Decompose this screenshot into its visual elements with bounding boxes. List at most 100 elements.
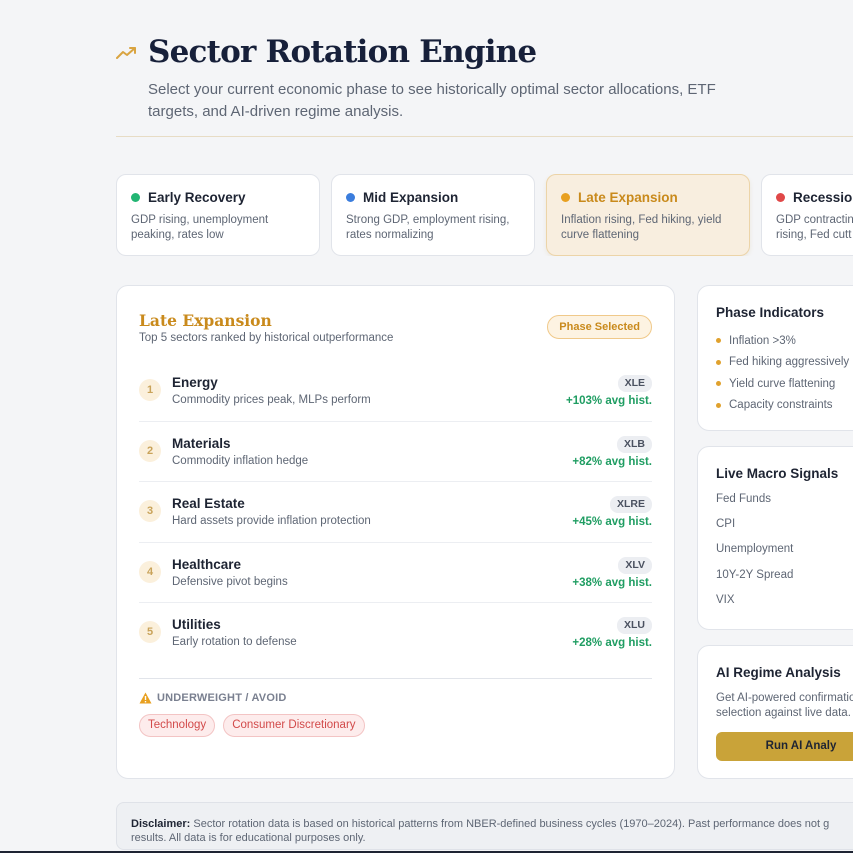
historical-performance: +45% avg hist. <box>572 516 652 528</box>
ai-analysis-title: AI Regime Analysis <box>716 665 841 680</box>
ai-analysis-description: Get AI-powered confirmatio selection aga… <box>716 691 853 720</box>
status-dot-icon <box>346 193 355 202</box>
phase-description-line: curve flattening <box>561 228 639 241</box>
avoid-tags: Technology Consumer Discretionary <box>139 714 373 737</box>
phase-description-line: rising, Fed cutt <box>776 228 852 241</box>
phase-name: Recession <box>793 190 853 205</box>
phase-description-line: peaking, rates low <box>131 228 224 241</box>
phase-card-early-recovery[interactable]: Early Recovery GDP rising, unemployment … <box>116 174 320 256</box>
phase-description: Inflation rising, Fed hiking, yield curv… <box>561 213 735 242</box>
run-ai-analysis-button[interactable]: Run AI Analy <box>716 732 853 761</box>
sector-reason: Commodity inflation hedge <box>172 454 309 467</box>
signal-list: Fed Funds CPI Unemployment 10Y-2Y Spread… <box>716 493 793 619</box>
sector-name: Utilities <box>172 617 221 632</box>
sector-row: 3 Real Estate Hard assets provide inflat… <box>139 482 652 543</box>
avoid-tag-consumer-discretionary[interactable]: Consumer Discretionary <box>223 714 365 737</box>
disclaimer-label: Disclaimer: <box>131 818 191 830</box>
macro-signals-title: Live Macro Signals <box>716 466 839 481</box>
sector-name: Energy <box>172 375 218 390</box>
phase-selected-badge: Phase Selected <box>547 315 652 339</box>
sector-allocation-card: Late Expansion Top 5 sectors ranked by h… <box>116 285 675 779</box>
avoid-tag-technology[interactable]: Technology <box>139 714 216 737</box>
indicator-text: Yield curve flattening <box>729 377 836 390</box>
phase-card-recession[interactable]: Recession GDP contracting rising, Fed cu… <box>761 174 853 256</box>
etf-ticker: XLV <box>618 556 652 574</box>
page-header: Sector Rotation Engine Select your curre… <box>116 34 853 123</box>
status-dot-icon <box>561 193 570 202</box>
status-dot-icon <box>776 193 785 202</box>
selected-phase-title: Late Expansion <box>139 311 272 330</box>
disclaimer-text: Sector rotation data is based on histori… <box>131 818 830 844</box>
phase-card-mid-expansion[interactable]: Mid Expansion Strong GDP, employment ris… <box>331 174 535 256</box>
signal-item: Fed Funds <box>716 493 771 505</box>
phase-card-late-expansion[interactable]: Late Expansion Inflation rising, Fed hik… <box>546 174 750 256</box>
indicator-item: Fed hiking aggressively <box>716 352 849 374</box>
etf-ticker: XLU <box>617 617 652 634</box>
disclaimer-box: Disclaimer: Sector rotation data is base… <box>116 802 853 850</box>
indicator-item: Inflation >3% <box>716 330 849 352</box>
indicator-text: Capacity constraints <box>729 399 833 412</box>
signal-item: 10Y-2Y Spread <box>716 568 794 581</box>
bullet-icon <box>716 359 721 365</box>
avoid-label: UNDERWEIGHT / AVOID <box>157 692 287 704</box>
rank-badge: 2 <box>139 439 161 462</box>
bullet-icon <box>716 338 721 344</box>
historical-performance: +82% avg hist. <box>572 455 652 468</box>
status-dot-icon <box>131 193 140 202</box>
selected-phase-subtitle: Top 5 sectors ranked by historical outpe… <box>139 332 394 344</box>
indicator-list: Inflation >3% Fed hiking aggressively Yi… <box>716 330 849 416</box>
phase-description-line: Strong GDP, employment rising, <box>346 214 510 226</box>
macro-signals-card: Live Macro Signals Fed Funds CPI Unemplo… <box>697 446 853 630</box>
rank-badge: 5 <box>139 621 161 643</box>
warning-icon <box>139 692 152 704</box>
phase-description: Strong GDP, employment rising, rates nor… <box>346 213 520 242</box>
ai-description-line: selection against live data. <box>716 706 851 719</box>
phase-indicators-title: Phase Indicators <box>716 305 825 320</box>
bullet-icon <box>716 381 721 387</box>
sector-reason: Early rotation to defense <box>172 636 297 648</box>
phase-indicators-card: Phase Indicators Inflation >3% Fed hikin… <box>697 285 853 431</box>
sector-reason: Hard assets provide inflation protection <box>172 515 371 527</box>
phase-description-line: GDP contracting <box>776 214 853 226</box>
sector-name: Real Estate <box>172 496 245 511</box>
phase-description-line: GDP rising, unemployment <box>131 214 269 226</box>
page-title: Sector Rotation Engine <box>148 34 537 70</box>
avoid-divider <box>139 678 652 679</box>
rank-badge: 3 <box>139 500 161 522</box>
bullet-icon <box>716 402 721 408</box>
etf-ticker: XLE <box>617 375 652 392</box>
header-divider <box>116 136 853 137</box>
ai-analysis-card: AI Regime Analysis Get AI-powered confir… <box>697 645 853 779</box>
trending-up-icon <box>116 47 136 59</box>
signal-item: VIX <box>716 593 735 606</box>
phase-name: Mid Expansion <box>363 190 459 205</box>
sector-name: Healthcare <box>172 556 242 572</box>
sector-reason: Commodity prices peak, MLPs perform <box>172 394 371 406</box>
signal-item: CPI <box>716 518 736 531</box>
sector-name: Materials <box>172 435 231 451</box>
rank-badge: 4 <box>139 560 161 583</box>
sector-list: 1 Energy Commodity prices peak, MLPs per… <box>139 361 652 664</box>
phase-name: Early Recovery <box>148 190 246 205</box>
phase-description-line: Inflation rising, Fed hiking, yield <box>561 214 722 226</box>
sector-reason: Defensive pivot begins <box>172 575 288 588</box>
rank-badge: 1 <box>139 379 161 401</box>
historical-performance: +103% avg hist. <box>566 395 652 407</box>
ai-description-line: Get AI-powered confirmatio <box>716 692 853 704</box>
phase-name: Late Expansion <box>578 190 678 205</box>
sector-row: 4 Healthcare Defensive pivot begins XLV … <box>139 543 652 603</box>
historical-performance: +28% avg hist. <box>572 637 652 649</box>
indicator-text: Inflation >3% <box>729 334 796 347</box>
etf-ticker: XLRE <box>609 496 652 513</box>
sector-row: 1 Energy Commodity prices peak, MLPs per… <box>139 361 652 422</box>
phase-selector: Early Recovery GDP rising, unemployment … <box>116 174 853 256</box>
indicator-text: Fed hiking aggressively <box>729 356 850 369</box>
indicator-item: Capacity constraints <box>716 395 849 417</box>
sector-row: 2 Materials Commodity inflation hedge XL… <box>139 422 652 482</box>
sector-row: 5 Utilities Early rotation to defense XL… <box>139 603 652 664</box>
historical-performance: +38% avg hist. <box>572 576 652 589</box>
phase-description: GDP rising, unemployment peaking, rates … <box>131 213 305 242</box>
phase-description: GDP contracting rising, Fed cutt <box>776 213 853 242</box>
avoid-heading: UNDERWEIGHT / AVOID <box>139 692 287 704</box>
page-subtitle: Select your current economic phase to se… <box>148 81 716 120</box>
